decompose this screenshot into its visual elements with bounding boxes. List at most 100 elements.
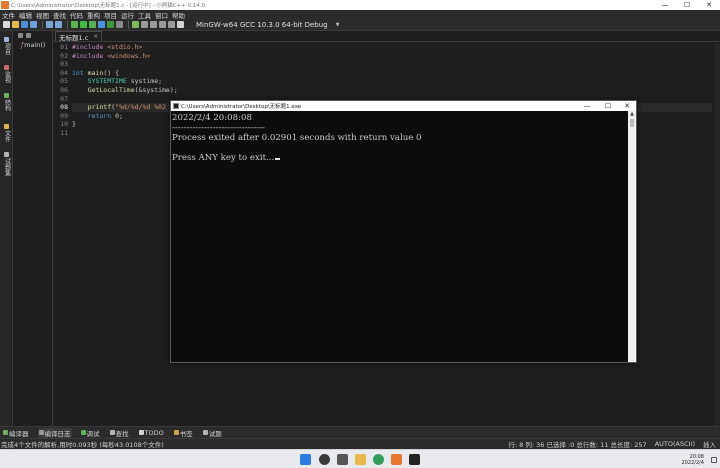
tab-label: 调试 <box>86 429 100 438</box>
editor-tab-file[interactable]: 无标题1.c × <box>55 31 103 42</box>
menu-project[interactable]: 项目 <box>104 10 117 20</box>
compile-run-icon[interactable] <box>89 21 96 28</box>
menu-tools[interactable]: 工具 <box>138 10 151 20</box>
sidebar-tab-structure[interactable]: 结构 <box>1 93 12 111</box>
status-cursor-position: 行: 8 列: 36 已选择 :0 总行数: 11 总长度: 257 <box>508 441 647 449</box>
scroll-up-icon[interactable]: ▲ <box>628 111 636 117</box>
stop-icon[interactable] <box>116 21 123 28</box>
debug-icon <box>80 430 86 435</box>
compiler-icon <box>3 430 8 435</box>
menu-refactor[interactable]: 重构 <box>87 10 100 20</box>
tab-debug[interactable]: 调试 <box>80 428 101 438</box>
scrollbar-thumb[interactable] <box>630 119 634 127</box>
sidebar-tab-label: 监视 <box>3 71 11 83</box>
sort-alpha-icon[interactable] <box>18 33 23 38</box>
run-icon[interactable] <box>80 21 87 28</box>
class-browser: ƒ main() <box>13 31 53 426</box>
tab-bookmarks[interactable]: 书签 <box>173 428 194 438</box>
toolbar-separator <box>67 20 68 29</box>
console-window[interactable]: C:\Users\Administrator\Desktop\无标题1.exe … <box>170 100 637 363</box>
line-number: 07 <box>60 94 68 103</box>
task-view-icon[interactable] <box>337 454 348 465</box>
sidebar-tab-watch[interactable]: 监视 <box>1 65 12 83</box>
line-number: 10 <box>60 120 68 129</box>
sidebar-tab-label: 结构 <box>3 99 11 111</box>
compile-icon[interactable] <box>71 21 78 28</box>
sidebar-tabs: 项目 监视 结构 文件 试题集 <box>0 31 13 426</box>
start-icon[interactable] <box>300 454 311 465</box>
close-button[interactable]: ✕ <box>698 0 720 10</box>
code-check-icon[interactable] <box>132 21 139 28</box>
tab-compiler[interactable]: 编译器 <box>2 428 30 438</box>
tab-search[interactable]: 查找 <box>109 428 130 438</box>
undo-icon[interactable] <box>46 21 53 28</box>
line-number: 09 <box>60 111 68 120</box>
console-cursor <box>275 158 281 160</box>
menu-window[interactable]: 窗口 <box>155 10 168 20</box>
tab-label: 试题 <box>208 429 222 438</box>
tab-todo[interactable]: TODO <box>138 428 165 438</box>
redo-icon[interactable] <box>55 21 62 28</box>
code-line: SYSTEMTIME systime; <box>87 77 163 86</box>
edge-icon[interactable] <box>373 454 384 465</box>
console-close-button[interactable]: ✕ <box>617 101 637 111</box>
debug-icon[interactable] <box>107 21 114 28</box>
red-panda-cpp-icon[interactable] <box>391 454 402 465</box>
sidebar-tab-project[interactable]: 项目 <box>1 37 12 55</box>
editor-tabs: 无标题1.c × <box>53 31 720 42</box>
rebuild-icon[interactable] <box>98 21 105 28</box>
console-title-bar[interactable]: C:\Users\Administrator\Desktop\无标题1.exe … <box>171 101 636 111</box>
menu-help[interactable]: 帮助 <box>172 10 185 20</box>
console-taskbar-icon[interactable] <box>409 454 420 465</box>
line-number: 02 <box>60 51 68 60</box>
log-icon <box>38 430 44 435</box>
minimize-button[interactable]: — <box>654 0 676 10</box>
close-tab-icon[interactable]: × <box>93 33 98 40</box>
editor-scrollbar[interactable] <box>714 43 720 426</box>
tab-label: 书签 <box>179 429 193 438</box>
sort-type-icon[interactable] <box>26 33 31 38</box>
console-line-prompt: Press ANY key to exit... <box>172 153 629 163</box>
comment-toggle-icon[interactable] <box>168 21 175 28</box>
code-line: #include <windows.h> <box>72 51 151 60</box>
save-icon[interactable] <box>21 21 28 28</box>
menu-edit[interactable]: 编辑 <box>19 10 32 20</box>
tab-problem[interactable]: 试题 <box>202 428 223 438</box>
menu-view[interactable]: 视图 <box>36 10 49 20</box>
open-folder-icon[interactable] <box>12 21 19 28</box>
maximize-button[interactable]: ☐ <box>676 0 698 10</box>
sidebar-tab-files[interactable]: 文件 <box>1 124 12 142</box>
compiler-select[interactable]: MinGW-w64 GCC 10.3.0 64-bit Debug ▼ <box>196 21 339 29</box>
tab-compile-log[interactable]: 编译日志 <box>37 427 72 438</box>
format-code-icon[interactable] <box>159 21 166 28</box>
console-line-separator: -------------------------------- <box>172 123 265 133</box>
save-all-icon[interactable] <box>30 21 37 28</box>
menu-code[interactable]: 代码 <box>70 10 83 20</box>
console-minimize-button[interactable]: — <box>577 101 597 111</box>
menu-search[interactable]: 查找 <box>53 10 66 20</box>
folder-icon <box>4 124 9 129</box>
menu-run[interactable]: 运行 <box>121 10 134 20</box>
search-icon[interactable] <box>319 454 330 465</box>
unindent-icon[interactable] <box>150 21 157 28</box>
clock[interactable]: 20:08 2022/2/4 <box>682 454 704 466</box>
problem-icon <box>202 430 208 435</box>
new-file-icon[interactable] <box>3 21 10 28</box>
sidebar-tab-problem-set[interactable]: 试题集 <box>1 152 12 176</box>
notification-icon[interactable] <box>711 457 717 463</box>
chevron-down-icon: ▼ <box>335 21 340 28</box>
status-encoding[interactable]: AUTO(ASCII) <box>655 440 695 448</box>
class-browser-item-main[interactable]: ƒ main() <box>13 41 52 49</box>
console-maximize-button[interactable]: ☐ <box>598 101 618 111</box>
watch-icon <box>4 65 9 70</box>
indent-icon[interactable] <box>141 21 148 28</box>
status-message: 完成4个文件的解析,用时0.093秒 (每秒43.0108个文件) <box>1 441 164 449</box>
console-scrollbar[interactable]: ▲ <box>628 111 636 362</box>
stop-execution-icon[interactable] <box>177 21 184 28</box>
file-explorer-icon[interactable] <box>355 454 366 465</box>
menu-file[interactable]: 文件 <box>2 10 15 20</box>
project-icon <box>4 37 9 42</box>
line-number-gutter: 01 02 03 04 05 06 07 08 09 10 11 <box>53 43 70 138</box>
status-right: 行: 8 列: 36 已选择 :0 总行数: 11 总长度: 257 AUTO(… <box>500 439 716 449</box>
